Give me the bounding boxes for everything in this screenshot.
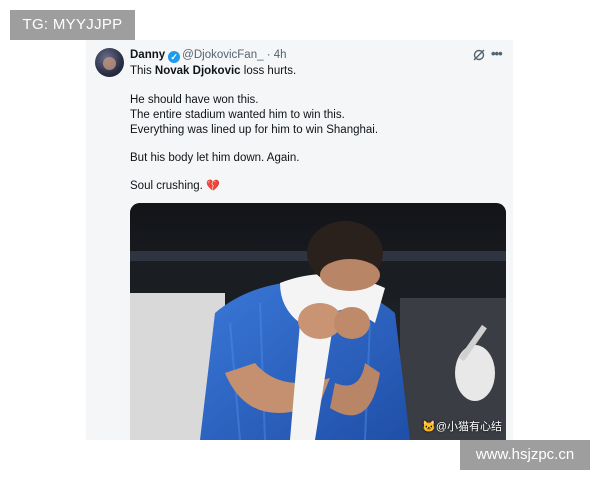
tweet-time[interactable]: · 4h (267, 49, 287, 61)
avatar[interactable] (95, 48, 124, 77)
tweet-text-line-6: Soul crushing. 💔 (130, 180, 220, 192)
tweet-text-line-1: This Novak Djokovic loss hurts. (130, 65, 297, 77)
tweet-text-line-5: But his body let him down. Again. (130, 152, 300, 164)
tweet-header: Danny ✓ @DjokovicFan_ · 4h (130, 47, 287, 63)
watermark-top-left: TG: MYYJJPP (10, 10, 135, 40)
grok-icon[interactable] (472, 48, 486, 62)
tweet-text-line-3: The entire stadium wanted him to win thi… (130, 109, 345, 121)
media-watermark: 🐱@小猫有心结 (422, 421, 502, 433)
photo-djokovic-towel (130, 203, 506, 440)
watermark-bottom-right: www.hsjzpc.cn (460, 440, 590, 470)
tweet-media-image[interactable]: 🐱@小猫有心结 (130, 203, 506, 440)
tweet-text-line-4: Everything was lined up for him to win S… (130, 124, 379, 136)
broken-heart-emoji: 💔 (206, 180, 220, 192)
author-name[interactable]: Danny (130, 49, 165, 61)
tweet-text-line-2: He should have won this. (130, 94, 259, 106)
author-handle[interactable]: @DjokovicFan_ (182, 49, 263, 61)
verified-badge-icon: ✓ (168, 51, 181, 63)
tweet-card[interactable]: Danny ✓ @DjokovicFan_ · 4h ••• This Novak … (86, 40, 513, 440)
more-icon[interactable]: ••• (491, 46, 505, 62)
